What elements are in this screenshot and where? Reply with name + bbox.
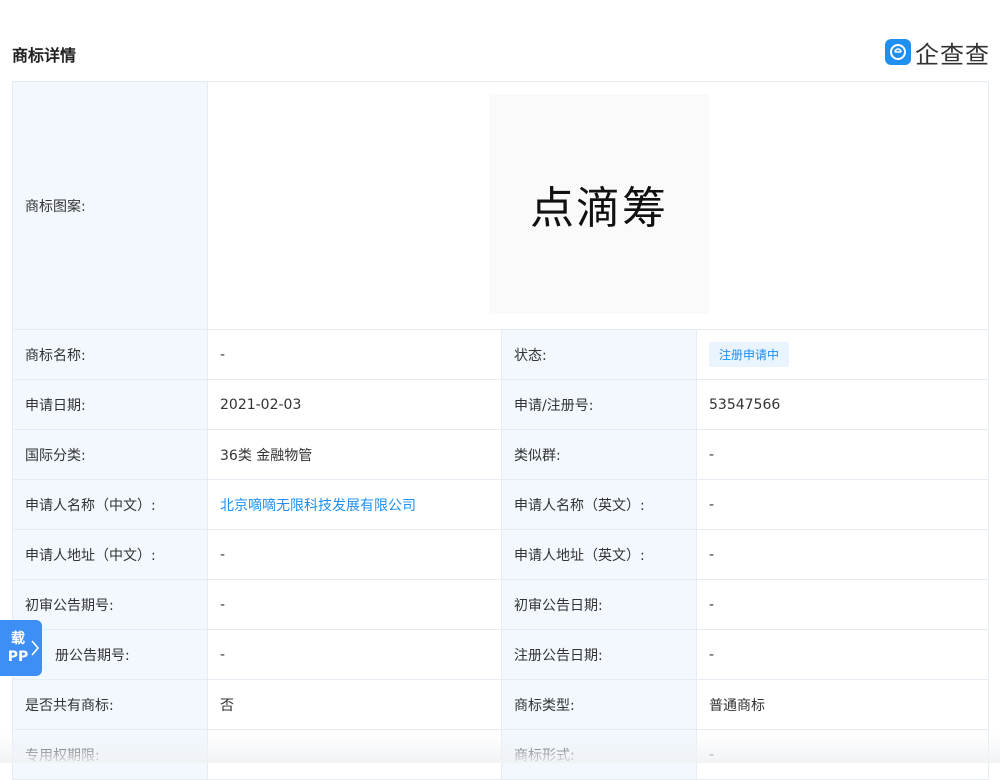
value-applicant-name-cn-cell: 北京嘀嘀无限科技发展有限公司 xyxy=(208,480,502,529)
value-reg-announcement-date: - xyxy=(697,630,989,679)
label-international-class: 国际分类: xyxy=(13,430,208,479)
value-similar-group: - xyxy=(697,430,989,479)
table-row: 商标名称: - 状态: 注册申请中 xyxy=(13,330,989,380)
label-reg-announcement-date: 注册公告日期: xyxy=(502,630,697,679)
label-applicant-name-cn: 申请人名称（中文）: xyxy=(13,480,208,529)
download-app-tab[interactable]: 载 PP xyxy=(0,620,42,676)
label-registration-number: 申请/注册号: xyxy=(502,380,697,429)
label-trademark-form: 商标形式: xyxy=(502,730,697,779)
page-header: 商标详情 企查查 xyxy=(0,0,1000,80)
trademark-detail-table: 商标图案: 点滴筹 商标名称: - 状态: 注册申请中 申请日期: 2021-0… xyxy=(12,81,989,780)
label-prelim-announcement-date: 初审公告日期: xyxy=(502,580,697,629)
value-reg-announcement-no: - xyxy=(208,630,502,679)
label-exclusive-right-period: 专用权期限: xyxy=(13,730,208,779)
value-applicant-name-en: - xyxy=(697,480,989,529)
table-row: 申请日期: 2021-02-03 申请/注册号: 53547566 xyxy=(13,380,989,430)
label-applicant-name-en: 申请人名称（英文）: xyxy=(502,480,697,529)
label-status: 状态: xyxy=(502,330,697,379)
trademark-image[interactable]: 点滴筹 xyxy=(489,94,709,314)
label-prelim-announcement-no: 初审公告期号: xyxy=(13,580,208,629)
brand-logo[interactable]: 企查查 xyxy=(885,38,990,69)
value-application-date: 2021-02-03 xyxy=(208,380,502,429)
value-status-cell: 注册申请中 xyxy=(697,330,989,379)
value-international-class: 36类 金融物管 xyxy=(208,430,502,479)
label-reg-announcement-no: 册公告期号: xyxy=(13,630,208,679)
value-trademark-name: - xyxy=(208,330,502,379)
brand-name: 企查查 xyxy=(915,40,990,69)
table-row: 册公告期号: - 注册公告日期: - xyxy=(13,630,989,680)
table-row: 专用权期限: 商标形式: - xyxy=(13,730,989,780)
value-prelim-announcement-date: - xyxy=(697,580,989,629)
table-row: 国际分类: 36类 金融物管 类似群: - xyxy=(13,430,989,480)
page-title: 商标详情 xyxy=(12,46,77,65)
label-trademark-image: 商标图案: xyxy=(13,82,208,329)
label-trademark-type: 商标类型: xyxy=(502,680,697,729)
label-application-date: 申请日期: xyxy=(13,380,208,429)
brand-e-icon xyxy=(885,39,911,65)
value-exclusive-right-period xyxy=(208,730,502,779)
table-row: 申请人地址（中文）: - 申请人地址（英文）: - xyxy=(13,530,989,580)
value-registration-number: 53547566 xyxy=(697,380,989,429)
status-badge: 注册申请中 xyxy=(709,342,790,367)
value-trademark-type: 普通商标 xyxy=(697,680,989,729)
applicant-company-link[interactable]: 北京嘀嘀无限科技发展有限公司 xyxy=(220,495,416,515)
trademark-logo-text: 点滴筹 xyxy=(530,183,668,234)
label-trademark-name: 商标名称: xyxy=(13,330,208,379)
value-trademark-form: - xyxy=(697,730,989,779)
value-shared-trademark: 否 xyxy=(208,680,502,729)
label-applicant-address-cn: 申请人地址（中文）: xyxy=(13,530,208,579)
table-row: 申请人名称（中文）: 北京嘀嘀无限科技发展有限公司 申请人名称（英文）: - xyxy=(13,480,989,530)
trademark-image-cell: 点滴筹 xyxy=(208,82,989,329)
value-applicant-address-cn: - xyxy=(208,530,502,579)
label-applicant-address-en: 申请人地址（英文）: xyxy=(502,530,697,579)
app-tab-line2: PP xyxy=(7,649,29,665)
table-row: 初审公告期号: - 初审公告日期: - xyxy=(13,580,989,630)
value-applicant-address-en: - xyxy=(697,530,989,579)
chevron-right-icon xyxy=(31,640,40,656)
value-prelim-announcement-no: - xyxy=(208,580,502,629)
label-similar-group: 类似群: xyxy=(502,430,697,479)
table-row-image: 商标图案: 点滴筹 xyxy=(13,82,989,330)
table-row: 是否共有商标: 否 商标类型: 普通商标 xyxy=(13,680,989,730)
app-tab-line1: 载 xyxy=(11,631,25,647)
label-shared-trademark: 是否共有商标: xyxy=(13,680,208,729)
